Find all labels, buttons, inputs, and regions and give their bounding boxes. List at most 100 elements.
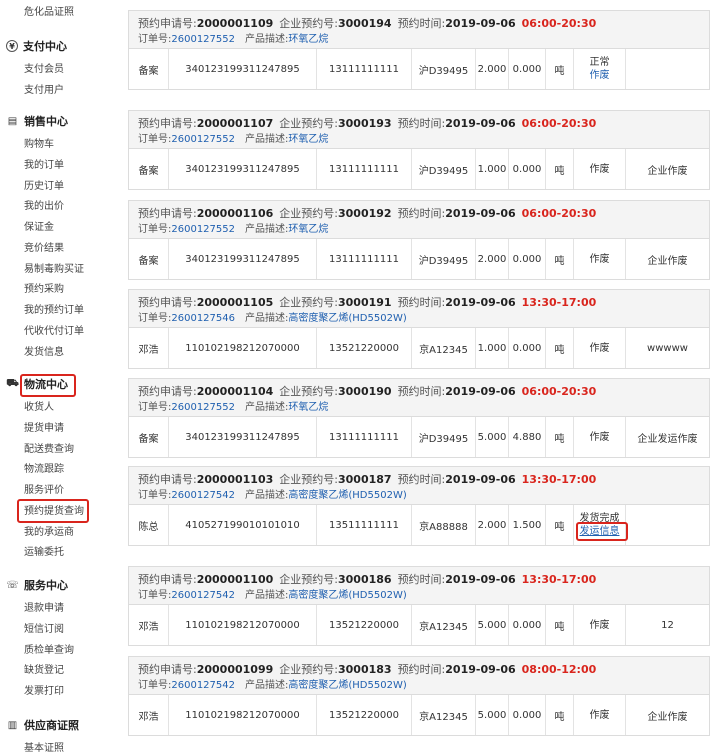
company-no-value: 3000192 [337, 207, 392, 220]
sidebar-item-my-reserve-orders[interactable]: 我的预约订单 [24, 301, 84, 316]
product-name: 环氧乙烷 [288, 34, 329, 45]
time-label: 预约时间: [397, 573, 446, 586]
sidebar-item-qc-query[interactable]: 质检单查询 [24, 641, 74, 656]
reserve-time-range: 13:30-17:00 [521, 296, 597, 309]
order-card: 预约申请号:2000001109 企业预约号:3000194 预约时间:2019-0… [128, 10, 710, 90]
unit: 吨 [546, 149, 574, 189]
order-no-link[interactable]: 2600127552 [171, 34, 235, 45]
order-card-header: 预约申请号:2000001106 企业预约号:3000192 预约时间:2019-0… [129, 201, 709, 239]
order-card: 预约申请号:2000001106 企业预约号:3000192 预约时间:2019-0… [128, 200, 710, 280]
apply-no-label: 预约申请号: [138, 296, 197, 309]
sidebar-item-reserve-purchase[interactable]: 预约采购 [24, 280, 64, 295]
sidebar-item-shipping-info[interactable]: 发货信息 [24, 343, 64, 358]
sidebar-item-basic-license[interactable]: 基本证照 [24, 739, 64, 754]
apply-no-value: 2000001109 [196, 17, 274, 30]
sidebar-item-pay-user[interactable]: 支付用户 [24, 81, 64, 96]
apply-no-value: 2000001103 [196, 473, 274, 486]
sidebar-item-service-review[interactable]: 服务评价 [24, 481, 64, 496]
sidebar-item-refund-apply[interactable]: 退款申请 [24, 599, 64, 614]
product-name: 高密度聚乙烯(HD5502W) [288, 313, 407, 324]
sidebar-item-invoice-print[interactable]: 发票打印 [24, 682, 64, 697]
time-label: 预约时间: [397, 296, 446, 309]
unit: 吨 [546, 417, 574, 457]
plate-number: 沪D39495 [412, 239, 476, 279]
driver-name: 备案 [129, 49, 169, 89]
order-no-label: 订单号: [138, 134, 172, 145]
reserve-date: 2019-09-06 [445, 573, 516, 586]
phone-number: 13521220000 [317, 605, 412, 645]
sidebar-item-my-carriers[interactable]: 我的承运商 [24, 523, 74, 538]
order-card-header: 预约申请号:2000001104 企业预约号:3000190 预约时间:2019-0… [129, 379, 709, 417]
sidebar-item-sms-subscribe[interactable]: 短信订阅 [24, 620, 64, 635]
id-number: 110102198212070000 [169, 328, 317, 368]
sidebar-item-consignee[interactable]: 收货人 [24, 398, 54, 413]
reserve-time-range: 06:00-20:30 [521, 17, 597, 30]
apply-no-label: 预约申请号: [138, 385, 197, 398]
reserve-time-range: 13:30-17:00 [521, 473, 597, 486]
sidebar-item-bid-results[interactable]: 竞价结果 [24, 239, 64, 254]
product-label: 产品描述: [245, 134, 289, 145]
order-summary-line: 预约申请号:2000001100 企业预约号:3000186 预约时间:2019-0… [138, 571, 596, 587]
id-number: 410527199010101010 [169, 505, 317, 545]
shipped-quantity: 0.000 [509, 605, 546, 645]
sidebar-item-my-bids[interactable]: 我的出价 [24, 197, 64, 212]
apply-no-label: 预约申请号: [138, 117, 197, 130]
sidebar: 危化品证照 ¥ 支付中心支付会员支付用户 ▤ 销售中心购物车我的订单历史订单我的出价保证… [0, 0, 111, 754]
sidebar-item-precursor-permit[interactable]: 易制毒购买证 [24, 260, 84, 275]
order-card-header: 预约申请号:2000001103 企业预约号:3000187 预约时间:2019-0… [129, 467, 709, 505]
order-card-header: 预约申请号:2000001109 企业预约号:3000194 预约时间:2019-0… [129, 11, 709, 49]
void-link[interactable]: 作废 [590, 70, 610, 81]
order-no-link[interactable]: 2600127552 [171, 402, 235, 413]
order-no-link[interactable]: 2600127552 [171, 224, 235, 235]
remark: 12 [661, 619, 674, 631]
sidebar-item-deposit[interactable]: 保证金 [24, 218, 54, 233]
sidebar-item-history-orders[interactable]: 历史订单 [24, 177, 64, 192]
company-no-value: 3000183 [337, 663, 392, 676]
order-detail-line: 订单号:2600127542 产品描述:高密度聚乙烯(HD5502W) [138, 586, 407, 601]
sidebar-item-my-orders[interactable]: 我的订单 [24, 156, 64, 171]
sidebar-item-stockout-register[interactable]: 缺货登记 [24, 661, 64, 676]
status-text: 作废 [589, 431, 610, 443]
sidebar-item-delivery-fee[interactable]: 配送费查询 [24, 440, 74, 455]
order-no-link[interactable]: 2600127542 [171, 680, 235, 691]
sidebar-section-service-center[interactable]: ☏ 服务中心 [6, 577, 68, 593]
sidebar-item-proxy-orders[interactable]: 代收代付订单 [24, 322, 84, 337]
order-detail-line: 订单号:2600127552 产品描述:环氧乙烷 [138, 398, 328, 413]
company-no-label: 企业预约号: [279, 473, 338, 486]
unit: 吨 [546, 239, 574, 279]
order-no-link[interactable]: 2600127546 [171, 313, 235, 324]
sidebar-section-sales-center[interactable]: ▤ 销售中心 [6, 113, 68, 129]
id-number: 340123199311247895 [169, 417, 317, 457]
sidebar-section-supplier-license[interactable]: ▥ 供应商证照 [6, 717, 79, 733]
sidebar-item-logistics-track[interactable]: 物流跟踪 [24, 460, 64, 475]
sidebar-item-pay-member[interactable]: 支付会员 [24, 60, 64, 75]
order-no-link[interactable]: 2600127552 [171, 134, 235, 145]
order-summary-line: 预约申请号:2000001105 企业预约号:3000191 预约时间:2019-0… [138, 294, 596, 310]
order-data-row: 邓浩 110102198212070000 13521220000 京A12345 5.… [129, 695, 709, 735]
product-label: 产品描述: [245, 402, 289, 413]
remark: 企业作废 [647, 165, 688, 177]
time-label: 预约时间: [397, 663, 446, 676]
id-number: 110102198212070000 [169, 605, 317, 645]
sidebar-item-cart[interactable]: 购物车 [24, 135, 54, 150]
phone-number: 13111111111 [317, 417, 412, 457]
order-detail-line: 订单号:2600127542 产品描述:高密度聚乙烯(HD5502W) [138, 486, 407, 501]
sidebar-item-pickup-apply[interactable]: 提货申请 [24, 419, 64, 434]
order-no-link[interactable]: 2600127542 [171, 490, 235, 501]
unit: 吨 [546, 605, 574, 645]
status-cell: 作废 [574, 417, 626, 457]
status-link-wrap: 作废 [590, 69, 610, 82]
sidebar-link-hazmat-license[interactable]: 危化品证照 [24, 3, 74, 18]
highlight-reserve-pickup-query [17, 499, 89, 523]
sidebar-section-payment-center[interactable]: ¥ 支付中心 [6, 38, 67, 54]
order-detail-line: 订单号:2600127546 产品描述:高密度聚乙烯(HD5502W) [138, 309, 407, 324]
order-card-header: 预约申请号:2000001099 企业预约号:3000183 预约时间:2019-0… [129, 657, 709, 695]
id-number: 110102198212070000 [169, 695, 317, 735]
order-card-header: 预约申请号:2000001105 企业预约号:3000191 预约时间:2019-0… [129, 290, 709, 328]
order-no-link[interactable]: 2600127542 [171, 590, 235, 601]
order-no-label: 订单号: [138, 224, 172, 235]
order-card: 预约申请号:2000001107 企业预约号:3000193 预约时间:2019-0… [128, 110, 710, 190]
reserve-date: 2019-09-06 [445, 207, 516, 220]
sidebar-item-transport-entrust[interactable]: 运输委托 [24, 543, 64, 558]
shipped-quantity: 0.000 [509, 49, 546, 89]
